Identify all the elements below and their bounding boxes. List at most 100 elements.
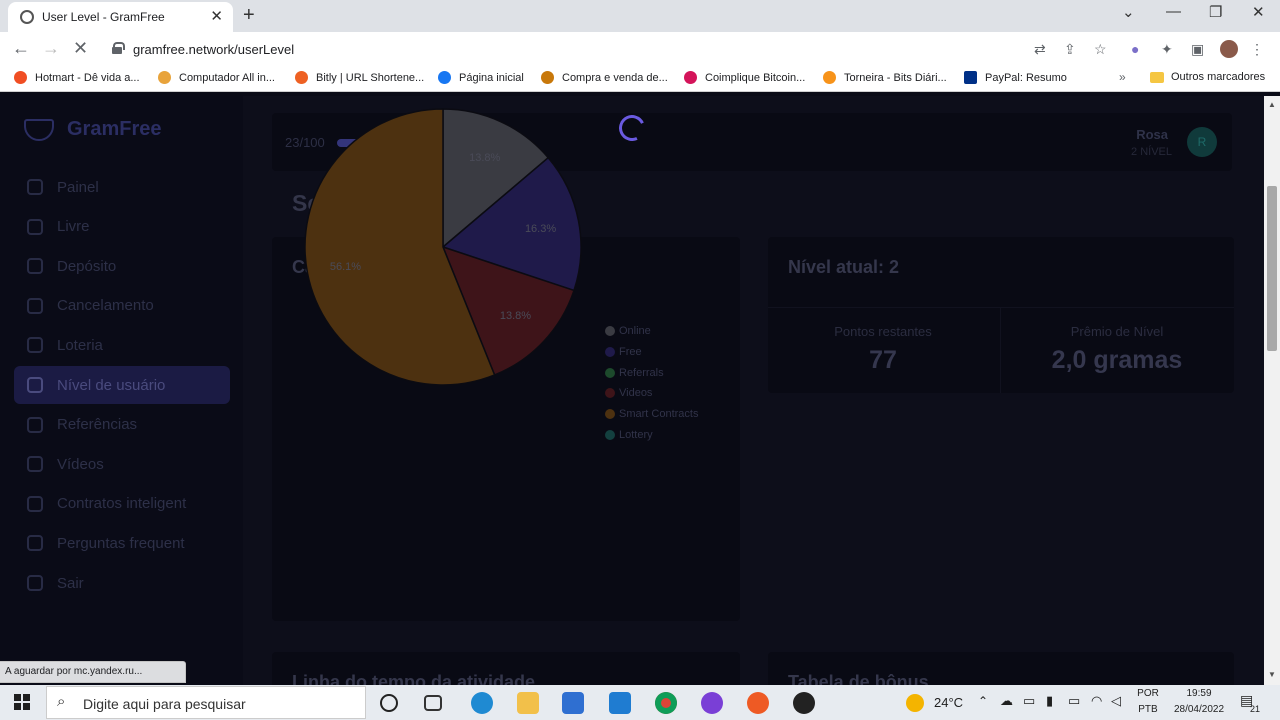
sidebar-item[interactable]: Vídeos <box>14 445 230 483</box>
legend-item[interactable]: Videos <box>605 383 698 404</box>
scroll-up-icon[interactable]: ▲ <box>1268 100 1276 109</box>
bookmark-label: Coimplique Bitcoin... <box>705 71 806 84</box>
stop-loading-icon[interactable]: ✕ <box>73 38 88 59</box>
scroll-down-icon[interactable]: ▼ <box>1268 670 1276 679</box>
bookmark-item[interactable]: Página inicial <box>438 71 524 84</box>
bookmark-item[interactable]: Bitly | URL Shortene... <box>295 71 424 84</box>
weather-temp[interactable]: 24°C <box>934 695 963 710</box>
language-bottom[interactable]: PTB <box>1136 704 1160 715</box>
address-bar[interactable]: gramfree.network/userLevel ⇄ ⇪ ☆ ● ✦ ▣ ⋮ <box>100 35 1272 63</box>
users-icon <box>27 416 43 433</box>
cloud-icon[interactable]: ☁ <box>1000 693 1013 709</box>
side-panel-icon[interactable]: ▣ <box>1191 41 1204 58</box>
chrome-icon[interactable] <box>655 692 677 714</box>
extension-circle-icon[interactable]: ● <box>1131 41 1139 57</box>
tab-search-icon[interactable]: ⌄ <box>1122 3 1135 21</box>
meet-icon[interactable]: ▭ <box>1023 693 1035 709</box>
edge-icon[interactable] <box>471 692 493 714</box>
taskbar-search-box[interactable]: ⌕ Digite aqui para pesquisar <box>46 686 366 719</box>
share-icon[interactable]: ⇪ <box>1064 41 1076 58</box>
browser-status-text: A aguardar por mc.yandex.ru... <box>0 661 186 683</box>
logout-icon <box>27 297 43 314</box>
sidebar-item-label: Vídeos <box>57 455 104 473</box>
sidebar-item[interactable]: Referências <box>14 406 230 444</box>
avatar[interactable]: R <box>1187 127 1217 157</box>
windows-start-icon[interactable] <box>14 694 30 710</box>
legend-item[interactable]: Referrals <box>605 362 698 383</box>
sidebar-item-label: Sair <box>57 574 84 592</box>
legend-item[interactable]: Smart Contracts <box>605 404 698 425</box>
bookmark-item[interactable]: Torneira - Bits Diári... <box>823 71 947 84</box>
forward-icon[interactable]: → <box>42 38 60 59</box>
sidebar-item[interactable]: Contratos inteligent <box>14 485 230 523</box>
other-bookmarks-folder[interactable]: Outros marcadores <box>1150 71 1265 83</box>
wifi-icon[interactable]: ◠ <box>1091 693 1102 709</box>
new-tab-button[interactable]: + <box>243 4 255 27</box>
app-icon[interactable] <box>747 692 769 714</box>
lock-icon[interactable] <box>112 42 125 54</box>
sidebar-item[interactable]: Sair <box>14 564 230 602</box>
bookmark-item[interactable]: Hotmart - Dê vida a... <box>14 71 140 84</box>
clock-time[interactable]: 19:59 <box>1170 688 1228 699</box>
legend-label: Free <box>619 346 642 359</box>
store-icon[interactable] <box>562 692 584 714</box>
current-level-card: Nível atual: 2 Pontos restantes 77 Prêmi… <box>768 237 1234 393</box>
legend-item[interactable]: Lottery <box>605 424 698 445</box>
cortana-icon[interactable] <box>380 694 398 712</box>
translate-icon[interactable]: ⇄ <box>1034 41 1046 58</box>
bookmark-item[interactable]: PayPal: Resumo <box>964 71 1067 84</box>
other-bookmarks-label: Outros marcadores <box>1171 71 1266 83</box>
bookmark-star-icon[interactable]: ☆ <box>1094 41 1107 58</box>
extensions-puzzle-icon[interactable]: ✦ <box>1161 41 1173 58</box>
taskbar-search-placeholder: Digite aqui para pesquisar <box>83 696 246 712</box>
sidebar-item[interactable]: Loteria <box>14 326 230 364</box>
browser-tab[interactable]: User Level - GramFree ✕ <box>8 2 233 32</box>
scroll-thumb[interactable] <box>1267 186 1277 351</box>
menu-icon[interactable]: ⋮ <box>1250 41 1264 58</box>
task-view-icon[interactable] <box>424 695 442 711</box>
help-icon <box>27 535 43 552</box>
tab-close-icon[interactable]: ✕ <box>210 7 223 25</box>
more-bookmarks-button[interactable]: » <box>1119 70 1126 84</box>
weather-icon[interactable] <box>906 694 924 712</box>
minimize-button[interactable]: — <box>1166 3 1181 20</box>
sidebar-item-label: Depósito <box>57 257 117 275</box>
app-icon[interactable] <box>793 692 815 714</box>
bookmark-item[interactable]: Coimplique Bitcoin... <box>684 71 805 84</box>
sidebar-item[interactable]: Painel <box>14 168 230 206</box>
volume-icon[interactable]: ◁ <box>1111 693 1121 709</box>
pie-data-label: 56.1% <box>330 261 361 273</box>
logo[interactable]: GramFree <box>24 118 162 141</box>
battery-icon[interactable]: ▭ <box>1068 693 1080 709</box>
close-window-button[interactable]: ✕ <box>1252 3 1265 21</box>
bookmark-item[interactable]: Computador All in... <box>158 71 275 84</box>
bookmark-label: Página inicial <box>459 71 524 84</box>
profile-avatar[interactable] <box>1220 40 1238 58</box>
mail-icon[interactable] <box>609 692 631 714</box>
chart-legend: Online Free Referrals Videos Smart Contracts… <box>605 321 698 445</box>
sidebar-item[interactable]: Nível de usuário <box>14 366 230 404</box>
language-top[interactable]: POR <box>1136 688 1160 699</box>
sidebar-item[interactable]: Cancelamento <box>14 287 230 325</box>
tray-overflow-icon[interactable]: ⌃ <box>978 694 988 708</box>
bookmark-favicon-icon <box>158 71 171 84</box>
sidebar-item[interactable]: Perguntas frequent <box>14 524 230 562</box>
legend-label: Smart Contracts <box>619 408 699 421</box>
legend-swatch <box>605 409 615 420</box>
legend-item[interactable]: Free <box>605 342 698 363</box>
bookmark-item[interactable]: Compra e venda de... <box>541 71 668 84</box>
legend-item[interactable]: Online <box>605 321 698 342</box>
microphone-icon[interactable]: ▮ <box>1046 693 1053 709</box>
user-name[interactable]: Rosa <box>1136 127 1168 142</box>
clock-date[interactable]: 28/04/2022 <box>1168 704 1230 715</box>
back-icon[interactable]: ← <box>12 38 30 59</box>
file-explorer-icon[interactable] <box>517 692 539 714</box>
sidebar-item[interactable]: Livre <box>14 208 230 246</box>
category-pie-chart: 13.8% 16.3% 13.8% 56.1% <box>304 108 582 386</box>
page-scrollbar[interactable]: ▲ ▼ <box>1264 96 1280 685</box>
browser-app-icon[interactable] <box>701 692 723 714</box>
sidebar-item[interactable]: Depósito <box>14 247 230 285</box>
url-text[interactable]: gramfree.network/userLevel <box>133 42 294 57</box>
sidebar-item-label: Contratos inteligent <box>57 495 187 513</box>
restore-button[interactable]: ❐ <box>1209 3 1222 21</box>
